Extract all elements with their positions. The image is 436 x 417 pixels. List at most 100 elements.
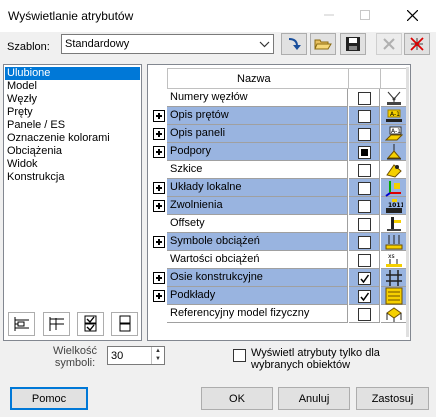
attribute-check-cell — [349, 251, 380, 269]
expand-plus-icon[interactable] — [153, 128, 165, 140]
expand-plus-icon[interactable] — [153, 146, 165, 158]
collapse-all-button[interactable] — [43, 312, 70, 336]
attribute-icon-cell — [381, 215, 406, 233]
row-expander-cell — [150, 269, 166, 287]
expand-plus-icon[interactable] — [153, 200, 165, 212]
grid-row[interactable]: Podpory — [148, 143, 410, 161]
grid-row[interactable]: Osie konstrukcyjne — [148, 269, 410, 287]
expand-plus-icon[interactable] — [153, 272, 165, 284]
attribute-check-cell — [349, 215, 380, 233]
grid-row[interactable]: Zwolnienia 1011 — [148, 197, 410, 215]
grid-row[interactable]: Układy lokalne — [148, 179, 410, 197]
attribute-icon-cell — [381, 287, 406, 305]
row-expander-cell — [150, 215, 166, 233]
attribute-icon-cell — [381, 179, 406, 197]
attribute-checkbox[interactable] — [358, 236, 371, 249]
remove-attributes-button[interactable] — [404, 33, 430, 55]
expand-plus-icon[interactable] — [153, 290, 165, 302]
attribute-checkbox[interactable] — [358, 182, 371, 195]
attribute-icon-cell: A-1 — [381, 125, 406, 143]
attribute-checkbox[interactable] — [358, 146, 371, 159]
attribute-name: Osie konstrukcyjne — [167, 269, 348, 287]
attribute-checkbox[interactable] — [358, 218, 371, 231]
grid-row[interactable]: Numery węzłów — [148, 89, 410, 107]
attribute-checkbox[interactable] — [358, 308, 371, 321]
cancel-button[interactable]: Anuluj — [278, 387, 350, 410]
row-expander-cell — [150, 233, 166, 251]
category-item[interactable]: Węzły — [5, 93, 140, 106]
uncheck-all-button[interactable] — [111, 312, 138, 336]
attribute-checkbox[interactable] — [358, 164, 371, 177]
apply-template-button[interactable] — [281, 33, 307, 55]
grid-header-label: Nazwa — [237, 73, 271, 85]
row-expander-cell — [150, 125, 166, 143]
node-number-icon — [386, 91, 401, 105]
attribute-checkbox[interactable] — [358, 92, 371, 105]
category-item[interactable]: Ulubione — [5, 67, 140, 80]
ok-button[interactable]: OK — [201, 387, 273, 410]
grid-row[interactable]: Referencyjny model fizyczny — [148, 305, 410, 323]
checkmark-icon — [360, 292, 370, 302]
expand-plus-icon[interactable] — [153, 236, 165, 248]
attribute-checkbox[interactable] — [358, 272, 371, 285]
category-item[interactable]: Konstrukcja — [5, 171, 140, 184]
grid-row[interactable]: Symbole obciążeń — [148, 233, 410, 251]
attribute-name: Zwolnienia — [167, 197, 348, 215]
attribute-check-cell — [349, 287, 380, 305]
open-template-button[interactable] — [310, 33, 336, 55]
apply-button[interactable]: Zastosuj — [356, 387, 429, 410]
attribute-check-cell — [349, 89, 380, 107]
category-item[interactable]: Oznaczenie kolorami — [5, 132, 140, 145]
help-button[interactable]: Pomoc — [10, 387, 88, 410]
grid-row[interactable]: Podkłady — [148, 287, 410, 305]
attribute-checkbox[interactable] — [358, 254, 371, 267]
grid-row[interactable]: Offsety — [148, 215, 410, 233]
attribute-checkbox[interactable] — [358, 290, 371, 303]
checkmark-icon — [360, 274, 370, 284]
attribute-name: Symbole obciążeń — [167, 233, 348, 251]
save-template-button[interactable] — [340, 33, 366, 55]
attribute-check-cell — [349, 197, 380, 215]
attribute-icon-cell: xs — [381, 251, 406, 269]
load-value-icon: xs — [385, 253, 402, 267]
spin-up-icon[interactable]: ▲ — [152, 347, 164, 355]
grid-header-icon[interactable] — [380, 68, 407, 89]
check-all-button[interactable] — [77, 312, 104, 336]
category-item[interactable]: Panele / ES — [5, 119, 140, 132]
category-item[interactable]: Pręty — [5, 106, 140, 119]
template-select[interactable]: Standardowy — [61, 34, 274, 54]
spin-down-icon[interactable]: ▼ — [152, 355, 164, 363]
expand-plus-icon[interactable] — [153, 110, 165, 122]
svg-text:A-1: A-1 — [390, 111, 400, 118]
grid-row[interactable]: Szkice — [148, 161, 410, 179]
attribute-checkbox[interactable] — [358, 110, 371, 123]
close-icon[interactable] — [395, 0, 429, 30]
grid-row[interactable]: Wartości obciążeń xs — [148, 251, 410, 269]
expand-plus-icon[interactable] — [153, 182, 165, 194]
row-expander-cell — [150, 197, 166, 215]
grid-row[interactable]: Opis paneli A-1 — [148, 125, 410, 143]
delete-template-button[interactable] — [376, 33, 402, 55]
attribute-check-cell — [349, 161, 380, 179]
attribute-name: Układy lokalne — [167, 179, 348, 197]
category-item[interactable]: Obciążenia — [5, 145, 140, 158]
uncheck-all-icon — [119, 315, 130, 332]
symbol-size-label: Wielkość symboli: — [52, 345, 97, 369]
category-item[interactable]: Widok — [5, 158, 140, 171]
symbol-size-spinner[interactable]: 30 ▲ ▼ — [107, 346, 165, 365]
category-list[interactable]: Ulubione Model Węzły Pręty Panele / ES Oznacz… — [3, 64, 142, 341]
attribute-checkbox[interactable] — [358, 200, 371, 213]
attribute-check-cell — [349, 233, 380, 251]
category-item[interactable]: Model — [5, 80, 140, 93]
template-value: Standardowy — [65, 38, 130, 50]
grid-header-name[interactable]: Nazwa — [167, 68, 349, 89]
selected-only-checkbox[interactable] — [233, 349, 246, 362]
template-label: Szablon: — [7, 41, 50, 53]
attribute-checkbox[interactable] — [358, 128, 371, 141]
grid-header-checked[interactable] — [348, 68, 381, 89]
selected-only-label: Wyświetl atrybuty tylko dla wybranych ob… — [251, 347, 380, 371]
grid-scrollbar[interactable] — [406, 67, 409, 337]
panel-description-icon: A-1 — [384, 126, 403, 140]
expand-all-button[interactable] — [8, 312, 35, 336]
grid-row[interactable]: Opis prętów A-1 — [148, 107, 410, 125]
